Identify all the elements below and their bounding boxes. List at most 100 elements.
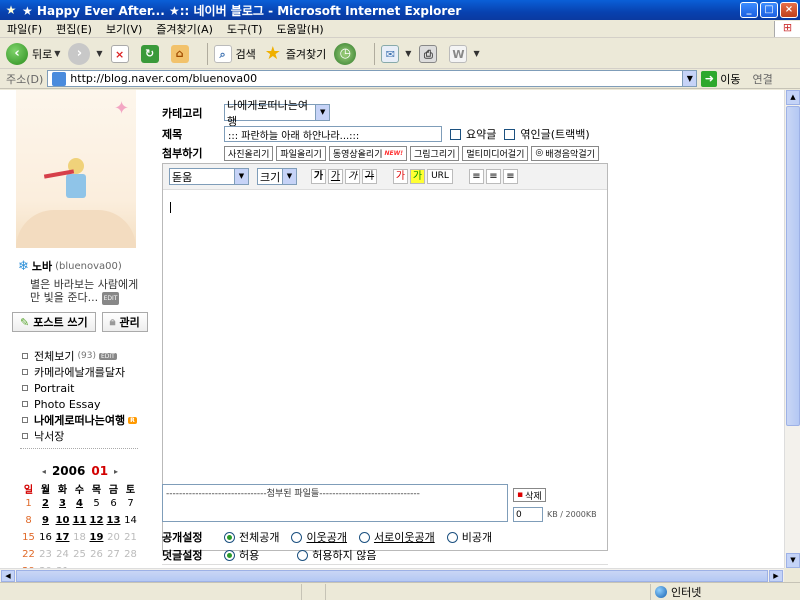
bgm-button[interactable]: ◎ 배경음악걸기 bbox=[531, 145, 599, 161]
horizontal-scrollbar[interactable]: ◀ ▶ bbox=[0, 568, 784, 582]
align-right-icon[interactable]: ≡ bbox=[503, 169, 518, 184]
multimedia-button[interactable]: 멀티미디어걸기 bbox=[462, 145, 529, 161]
menu-file[interactable]: 파일(F) bbox=[0, 21, 49, 37]
rss-icon[interactable]: R bbox=[128, 416, 137, 424]
category-item-active[interactable]: 나에게로떠나는여행 R bbox=[22, 412, 148, 428]
underline-button[interactable]: 가 bbox=[328, 169, 343, 184]
category-label[interactable]: Photo Essay bbox=[34, 398, 101, 411]
edit-button[interactable]: W ▼ bbox=[449, 44, 480, 63]
link-button[interactable]: URL bbox=[427, 169, 453, 184]
print-button[interactable]: ⎙ bbox=[419, 44, 441, 63]
stop-button[interactable]: × bbox=[110, 44, 133, 63]
radio-button[interactable] bbox=[446, 531, 458, 543]
horizontal-scroll-thumb[interactable] bbox=[16, 570, 768, 582]
scroll-right-icon[interactable]: ▶ bbox=[769, 570, 783, 582]
publish-option-all[interactable]: 전체공개 bbox=[224, 529, 279, 545]
vertical-scroll-thumb[interactable] bbox=[786, 106, 800, 426]
upload-file-button[interactable]: 파일올리기 bbox=[276, 145, 326, 161]
radio-button[interactable] bbox=[291, 531, 303, 543]
title-input[interactable]: ::: 파란하늘 아래 하얀나라...::: bbox=[224, 126, 442, 142]
align-left-icon[interactable]: ≡ bbox=[469, 169, 484, 184]
category-item[interactable]: Photo Essay bbox=[22, 396, 148, 412]
calendar-day-post[interactable]: 12 bbox=[88, 515, 105, 529]
menu-favorites[interactable]: 즐겨찾기(A) bbox=[149, 21, 220, 37]
publish-option-neighbors[interactable]: 이웃공개 bbox=[291, 529, 347, 545]
close-button[interactable]: × bbox=[780, 2, 798, 18]
trackback-checkbox[interactable] bbox=[504, 128, 516, 140]
history-button[interactable]: ◷ bbox=[334, 42, 360, 65]
calendar-day-post[interactable]: 9 bbox=[37, 515, 54, 529]
search-button[interactable]: ⌕ 검색 bbox=[213, 44, 256, 63]
calendar-day-post[interactable]: 4 bbox=[71, 498, 88, 512]
calendar-day-post[interactable]: 17 bbox=[54, 532, 71, 546]
edit-badge[interactable]: EDIT bbox=[101, 291, 120, 305]
favorites-button[interactable]: ★ 즐겨찾기 bbox=[264, 44, 327, 63]
back-button[interactable]: ‹ 뒤로 ▼ bbox=[6, 42, 60, 65]
font-color-button[interactable]: 가 bbox=[393, 169, 408, 184]
forward-dropdown-icon[interactable]: ▼ bbox=[96, 49, 102, 58]
menu-view[interactable]: 보기(V) bbox=[99, 21, 149, 37]
category-label[interactable]: 카메라에날개를달자 bbox=[34, 364, 125, 380]
next-month-icon[interactable]: ▸ bbox=[114, 467, 118, 476]
upload-photo-button[interactable]: 사진올리기 bbox=[224, 145, 274, 161]
vertical-scrollbar[interactable]: ▲ ▼ bbox=[784, 90, 800, 568]
category-label[interactable]: 낙서장 bbox=[34, 428, 64, 444]
address-url[interactable]: http://blog.naver.com/bluenova00 bbox=[70, 72, 682, 85]
calendar-day-post[interactable]: 11 bbox=[71, 515, 88, 529]
calendar-day-post[interactable]: 3 bbox=[54, 498, 71, 512]
radio-button[interactable] bbox=[224, 531, 235, 543]
delete-file-button[interactable]: ▪ 삭제 bbox=[513, 488, 546, 502]
scroll-down-icon[interactable]: ▼ bbox=[786, 553, 800, 568]
profile-nickname[interactable]: 노바 bbox=[32, 258, 52, 274]
category-item[interactable]: 전체보기 (93) EDIT bbox=[22, 348, 148, 364]
menu-help[interactable]: 도움말(H) bbox=[269, 21, 330, 37]
menu-edit[interactable]: 편집(E) bbox=[49, 21, 99, 37]
comment-option-deny[interactable]: 허용하지 않음 bbox=[297, 547, 376, 563]
calendar-day-post[interactable]: 2 bbox=[37, 498, 54, 512]
category-label[interactable]: Portrait bbox=[34, 382, 74, 395]
mail-button[interactable]: ✉ ▼ bbox=[381, 44, 411, 63]
category-select[interactable]: 나에게로떠나는여행 ▼ bbox=[224, 99, 330, 128]
draw-button[interactable]: 그림그리기 bbox=[409, 145, 460, 161]
category-item[interactable]: Portrait bbox=[22, 380, 148, 396]
forward-button[interactable]: › ▼ bbox=[68, 42, 103, 65]
manage-button[interactable]: 🔒︎ 관리 bbox=[101, 312, 148, 332]
highlight-button[interactable]: 가 bbox=[410, 169, 425, 184]
radio-button[interactable] bbox=[297, 549, 309, 561]
back-dropdown-icon[interactable]: ▼ bbox=[54, 49, 60, 58]
publish-option-mutual[interactable]: 서로이웃공개 bbox=[358, 529, 435, 545]
font-select[interactable]: 돋움 ▼ bbox=[169, 168, 249, 185]
editor-content-area[interactable] bbox=[163, 190, 607, 478]
mail-dropdown-icon[interactable]: ▼ bbox=[405, 49, 411, 58]
radio-button[interactable] bbox=[224, 549, 235, 561]
radio-button[interactable] bbox=[358, 531, 370, 543]
strikethrough-button[interactable]: 가 bbox=[362, 169, 377, 184]
bold-button[interactable]: 가 bbox=[311, 169, 326, 184]
summary-checkbox[interactable] bbox=[450, 128, 461, 140]
scroll-left-icon[interactable]: ◀ bbox=[1, 570, 15, 582]
category-item[interactable]: 카메라에날개를달자 bbox=[22, 364, 148, 380]
go-button[interactable]: ➜ 이동 bbox=[701, 70, 741, 87]
size-select[interactable]: 크기 ▼ bbox=[257, 168, 297, 185]
calendar-day-post[interactable]: 10 bbox=[54, 515, 71, 529]
upload-video-button[interactable]: 동영상올리기 NEW! bbox=[328, 145, 407, 161]
refresh-button[interactable]: ↻ bbox=[140, 44, 163, 63]
home-button[interactable]: ⌂ bbox=[170, 44, 193, 63]
links-label[interactable]: 연결 bbox=[753, 71, 773, 87]
comment-option-allow[interactable]: 허용 bbox=[224, 547, 259, 563]
italic-button[interactable]: 가 bbox=[345, 169, 360, 184]
category-item[interactable]: 낙서장 bbox=[22, 428, 148, 444]
category-label[interactable]: 나에게로떠나는여행 bbox=[34, 412, 125, 428]
minimize-button[interactable]: _ bbox=[740, 2, 758, 18]
align-center-icon[interactable]: ≡ bbox=[486, 169, 501, 184]
maximize-button[interactable]: □ bbox=[760, 2, 778, 18]
prev-month-icon[interactable]: ◂ bbox=[42, 467, 46, 476]
address-dropdown-icon[interactable]: ▼ bbox=[682, 71, 697, 86]
calendar-day-post[interactable]: 19 bbox=[88, 532, 105, 546]
calendar-day-post[interactable]: 13 bbox=[105, 515, 122, 529]
edit-dropdown-icon[interactable]: ▼ bbox=[473, 49, 479, 58]
edit-badge[interactable]: EDIT bbox=[98, 352, 117, 360]
menu-tools[interactable]: 도구(T) bbox=[220, 21, 270, 37]
write-post-button[interactable]: ✎ 포스트 쓰기 bbox=[12, 312, 96, 332]
category-label[interactable]: 전체보기 bbox=[34, 348, 74, 364]
